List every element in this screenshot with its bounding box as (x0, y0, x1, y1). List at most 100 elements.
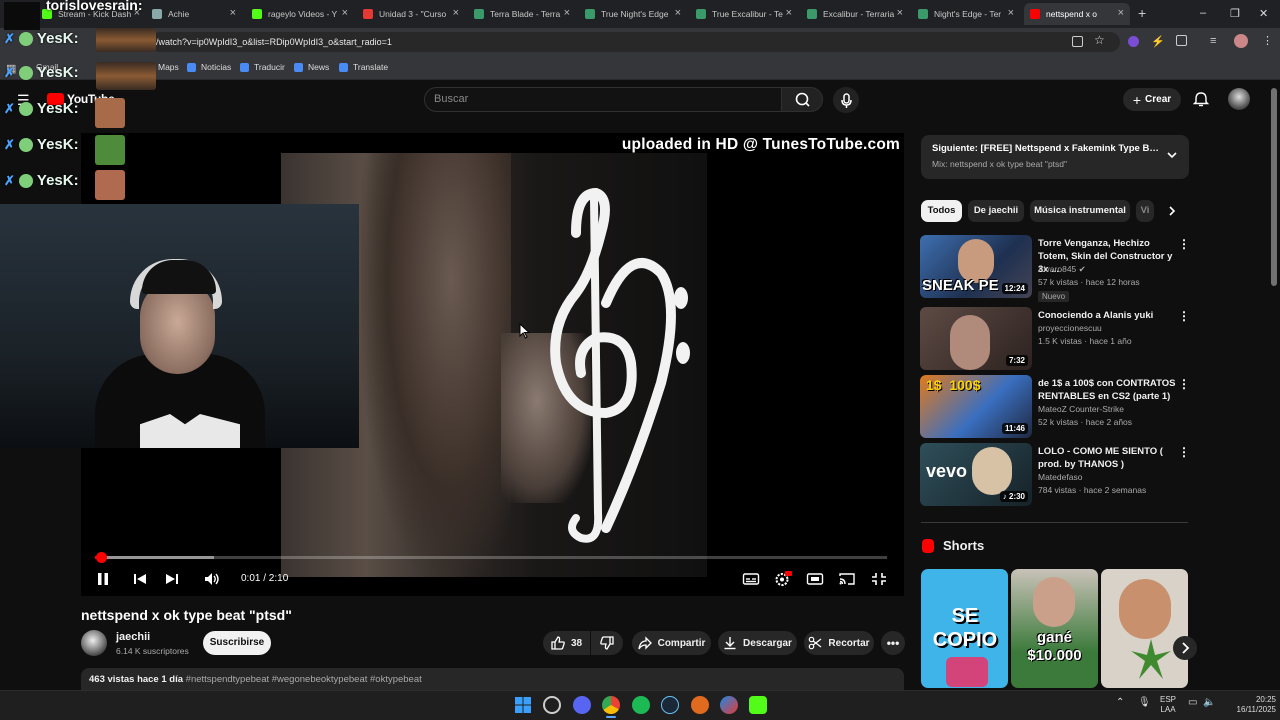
tab-close-icon[interactable]: × (453, 7, 459, 19)
page-scrollbar[interactable] (1271, 88, 1277, 286)
hashtags[interactable]: #nettspendtypebeat #wegonebeoktypebeat #… (186, 674, 422, 685)
browser-tab[interactable]: Night's Edge - Ter × (912, 3, 1020, 25)
more-vertical-icon[interactable]: ⋮ (1178, 445, 1190, 459)
recommendation-4[interactable]: vevo ♪ 2:30 LOLO - COMO ME SIENTO ( prod… (920, 443, 1190, 507)
clock[interactable]: 20:25 16/11/2025 (1218, 695, 1276, 715)
tray-overflow-icon[interactable]: ⌃ (1116, 698, 1124, 708)
recommendation-1[interactable]: SNEAK PE 12:24 Torre Venganza, Hechizo T… (920, 235, 1190, 302)
subtitles-button[interactable] (742, 571, 760, 587)
tab-close-icon[interactable]: × (342, 7, 348, 19)
browser-tab[interactable]: True Excalibur - Te × (690, 3, 798, 25)
tab-close-icon[interactable]: × (786, 7, 792, 19)
search-button[interactable] (781, 87, 823, 112)
search-input[interactable]: Buscar (424, 87, 782, 112)
like-button[interactable]: 38 (543, 631, 590, 655)
description-box[interactable]: 463 vistas hace 1 día #nettspendtypebeat… (81, 668, 904, 690)
discord-icon[interactable] (573, 696, 591, 714)
recommendation-thumbnail[interactable]: 7:32 (920, 307, 1032, 370)
volume-button[interactable] (203, 571, 221, 587)
recommendation-thumbnail[interactable]: 1$ 100$ 11:46 (920, 375, 1032, 438)
taskbar-app-icon[interactable] (543, 696, 561, 714)
bookmark-star-icon[interactable]: ☆ (1094, 33, 1105, 47)
shorts-next-button[interactable] (1173, 636, 1197, 660)
extension-1-icon[interactable] (1128, 36, 1139, 47)
recommendation-channel[interactable]: proyeccionescuu (1038, 323, 1102, 333)
previous-button[interactable] (132, 571, 148, 587)
tab-close-icon[interactable]: × (1118, 7, 1124, 19)
language-indicator[interactable]: ESP LAA (1158, 695, 1178, 715)
network-icon[interactable]: ▭ (1188, 698, 1197, 708)
short-1[interactable]: SE COPIO (921, 569, 1008, 688)
bookmark-news[interactable]: News (294, 62, 329, 72)
more-vertical-icon[interactable]: ⋮ (1178, 377, 1190, 391)
tab-close-icon[interactable]: × (230, 7, 236, 19)
bookmark-translate[interactable]: Translate (339, 62, 388, 72)
browser-tab[interactable]: Achie × (146, 3, 242, 25)
recommendation-thumbnail[interactable]: vevo ♪ 2:30 (920, 443, 1032, 506)
share-button[interactable]: Compartir (632, 631, 711, 655)
more-actions-button[interactable]: ••• (881, 631, 905, 655)
chevron-down-icon[interactable] (1165, 148, 1179, 162)
profile-avatar[interactable] (1234, 34, 1248, 48)
steam-icon[interactable] (661, 696, 679, 714)
tab-close-icon[interactable]: × (1008, 7, 1014, 19)
tab-close-icon[interactable]: × (564, 7, 570, 19)
browser-tab[interactable]: nettspend x o × (1024, 3, 1130, 25)
browser-tab[interactable]: Excalibur - Terraria × (801, 3, 909, 25)
browser-tab[interactable]: Unidad 3 - "Curso × (357, 3, 465, 25)
tab-close-icon[interactable]: × (897, 7, 903, 19)
download-button[interactable]: Descargar (718, 631, 797, 655)
chevron-right-icon[interactable] (1165, 204, 1179, 218)
settings-button[interactable] (774, 571, 792, 587)
create-button[interactable]: + Crear (1123, 88, 1181, 111)
recommendation-thumbnail[interactable]: SNEAK PE 12:24 (920, 235, 1032, 298)
next-button[interactable] (164, 571, 180, 587)
speaker-icon[interactable]: 🔈 (1203, 698, 1215, 708)
progress-scrubber-handle[interactable] (96, 552, 108, 563)
browser-tab[interactable]: rageylo Videos - Y × (246, 3, 354, 25)
chrome-icon[interactable] (602, 696, 620, 714)
chip-todos[interactable]: Todos (921, 200, 962, 222)
bookmark-traducir[interactable]: Traducir (240, 62, 285, 72)
more-vertical-icon[interactable]: ⋮ (1178, 237, 1190, 251)
address-bar[interactable]: /watch?v=ip0WpIdI3_o&list=RDip0WpIdI3_o&… (150, 32, 1120, 52)
browser-menu-icon[interactable]: ⋮ (1262, 34, 1273, 47)
maximize-icon[interactable]: ❐ (1230, 7, 1240, 20)
chip-de-jaechii[interactable]: De jaechii (968, 200, 1024, 222)
pause-button[interactable] (95, 571, 111, 587)
game-launcher-icon[interactable] (691, 696, 709, 714)
channel-avatar[interactable] (81, 630, 107, 656)
minimize-icon[interactable]: – (1200, 7, 1206, 19)
up-next-card[interactable]: Siguiente: [FREE] Nettspend x Fakemink T… (921, 135, 1189, 179)
install-app-icon[interactable] (1072, 36, 1083, 47)
spotify-icon[interactable] (632, 696, 650, 714)
recommendation-channel[interactable]: MateoZ Counter-Strike (1038, 404, 1124, 414)
kick-app-icon[interactable] (749, 696, 767, 714)
media-app-icon[interactable] (720, 696, 738, 714)
progress-bar[interactable] (95, 556, 887, 559)
browser-tab[interactable]: True Night's Edge × (579, 3, 687, 25)
chip-musica-instrumental[interactable]: Música instrumental (1030, 200, 1130, 222)
chip-more[interactable]: Vi (1136, 200, 1154, 222)
fullscreen-button[interactable] (870, 571, 888, 587)
channel-name[interactable]: jaechii (116, 631, 150, 643)
notifications-bell-icon[interactable] (1193, 91, 1209, 107)
account-avatar[interactable] (1228, 88, 1250, 110)
recommendation-channel[interactable]: Matedefaso (1038, 472, 1082, 482)
close-window-icon[interactable]: ✕ (1259, 7, 1268, 20)
recommendation-channel[interactable]: Alvaro845 ✔ (1038, 264, 1086, 275)
clip-button[interactable]: Recortar (804, 631, 874, 655)
miniplayer-button[interactable] (806, 571, 824, 587)
tray-microphone-icon[interactable]: 🎙 (1138, 698, 1151, 708)
subscribe-button[interactable]: Suscribirse (203, 631, 271, 655)
start-button-icon[interactable] (514, 696, 532, 714)
extension-2-icon[interactable]: ⚡ (1151, 35, 1165, 48)
browser-tab[interactable]: Terra Blade - Terra × (468, 3, 576, 25)
recommendation-3[interactable]: 1$ 100$ 11:46 de 1$ a 100$ con CONTRATOS… (920, 375, 1190, 439)
cast-button[interactable] (838, 571, 856, 587)
short-3[interactable] (1101, 569, 1188, 688)
media-control-icon[interactable]: ≡ (1210, 35, 1216, 47)
short-2[interactable]: gané $10.000 (1011, 569, 1098, 688)
tab-close-icon[interactable]: × (675, 7, 681, 19)
recommendation-2[interactable]: 7:32 Conociendo a Alanis yuki proyeccion… (920, 307, 1190, 371)
